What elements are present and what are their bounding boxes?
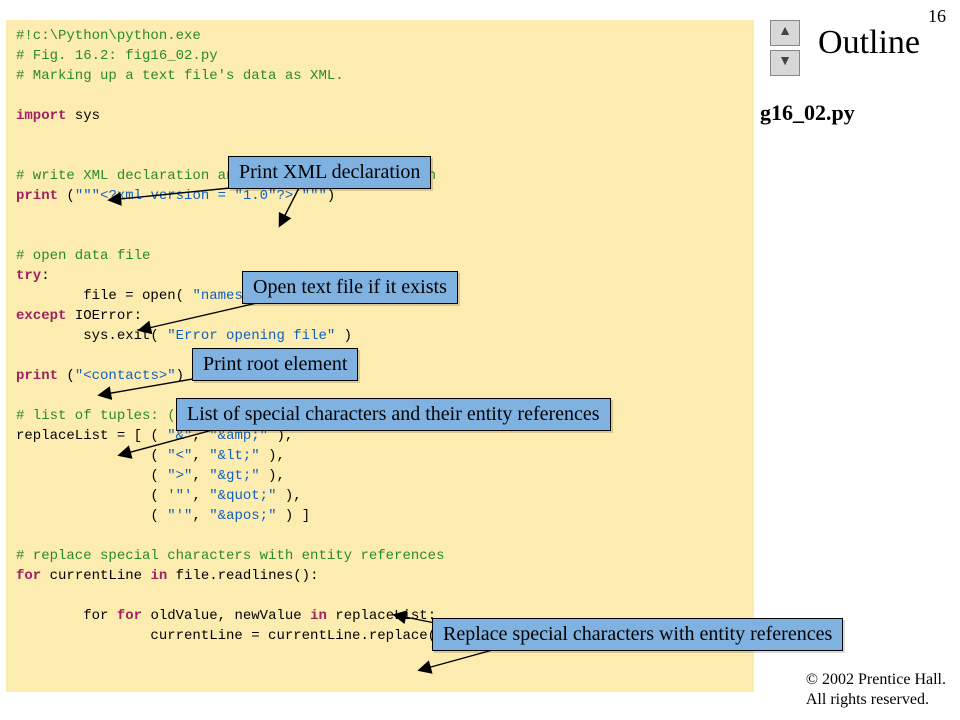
copyright-line2: All rights reserved. — [806, 691, 929, 708]
code-text: ( — [58, 188, 75, 204]
code-text: for — [16, 608, 108, 624]
code-text: ) ] — [276, 508, 310, 524]
code-kw — [108, 608, 116, 624]
code-kw: except — [16, 308, 66, 324]
code-kw: in — [310, 608, 327, 624]
code-text: ( — [16, 468, 167, 484]
code-text: oldValue, newValue — [142, 608, 310, 624]
code-line: # open data file — [16, 248, 150, 264]
outline-heading: Outline — [818, 24, 920, 62]
code-text: ( — [16, 488, 167, 504]
code-text: , — [192, 508, 209, 524]
callout-replace-special-chars: Replace special characters with entity r… — [432, 618, 843, 651]
code-text: ), — [260, 448, 285, 464]
code-text: , — [192, 448, 209, 464]
code-text: replaceList: — [327, 608, 436, 624]
code-text: IOError: — [66, 308, 142, 324]
code-line: # Marking up a text file's data as XML. — [16, 68, 344, 84]
callout-print-xml-declaration: Print XML declaration — [228, 156, 431, 189]
callout-open-text-file: Open text file if it exists — [242, 271, 458, 304]
code-line: #!c:\Python\python.exe — [16, 28, 201, 44]
code-str: '"' — [167, 488, 192, 504]
code-str: "'" — [167, 508, 192, 524]
code-kw: print — [16, 368, 58, 384]
code-str: "<contacts>" — [75, 368, 176, 384]
nav-down-button[interactable]: ▼ — [770, 50, 800, 76]
code-text: ( — [16, 508, 167, 524]
code-text: file.readlines(): — [167, 568, 318, 584]
nav-up-button[interactable]: ▲ — [770, 20, 800, 46]
code-str: """ — [75, 188, 100, 204]
code-text: sys — [66, 108, 100, 124]
code-str: "&gt;" — [209, 468, 259, 484]
code-str: "&apos;" — [209, 508, 276, 524]
code-line: # Fig. 16.2: fig16_02.py — [16, 48, 218, 64]
code-line: # replace special characters with entity… — [16, 548, 444, 564]
code-text: , — [192, 468, 209, 484]
copyright: © 2002 Prentice Hall. All rights reserve… — [806, 670, 946, 710]
code-text: : — [41, 268, 49, 284]
code-panel: #!c:\Python\python.exe # Fig. 16.2: fig1… — [6, 20, 754, 692]
code-text: ), — [260, 468, 285, 484]
code-text: sys.exit( — [16, 328, 167, 344]
code-kw: import — [16, 108, 66, 124]
callout-print-root-element: Print root element — [192, 348, 358, 381]
callout-special-chars-list: List of special characters and their ent… — [176, 398, 611, 431]
code-str: "Error opening file" — [167, 328, 335, 344]
page-number: 16 — [928, 6, 946, 27]
slide: 16 Outline g16_02.py ▲ ▼ #!c:\Python\pyt… — [0, 0, 960, 720]
code-str: ">" — [167, 468, 192, 484]
code-kw: print — [16, 188, 58, 204]
code-kw: in — [150, 568, 167, 584]
code-text: ) — [335, 328, 352, 344]
code-text: ) — [176, 368, 184, 384]
code-str: "<" — [167, 448, 192, 464]
code-text: ( — [58, 368, 75, 384]
code-str: "&lt;" — [209, 448, 259, 464]
code-text: currentLine — [41, 568, 150, 584]
code-kw: for — [16, 568, 41, 584]
code-text: file = open( — [16, 288, 192, 304]
filename-label: g16_02.py — [760, 100, 855, 126]
code-str: "&quot;" — [209, 488, 276, 504]
code-str: <?xml version = "1.0"?> — [100, 188, 293, 204]
copyright-line1: © 2002 Prentice Hall. — [806, 671, 946, 688]
code-text: ) — [327, 188, 335, 204]
code-text: , — [192, 488, 209, 504]
code-kw: for — [117, 608, 142, 624]
code-kw: try — [16, 268, 41, 284]
code-text: ), — [276, 488, 301, 504]
code-text: replaceList = [ ( — [16, 428, 167, 444]
code-text: ( — [16, 448, 167, 464]
code-str: """ — [293, 188, 327, 204]
